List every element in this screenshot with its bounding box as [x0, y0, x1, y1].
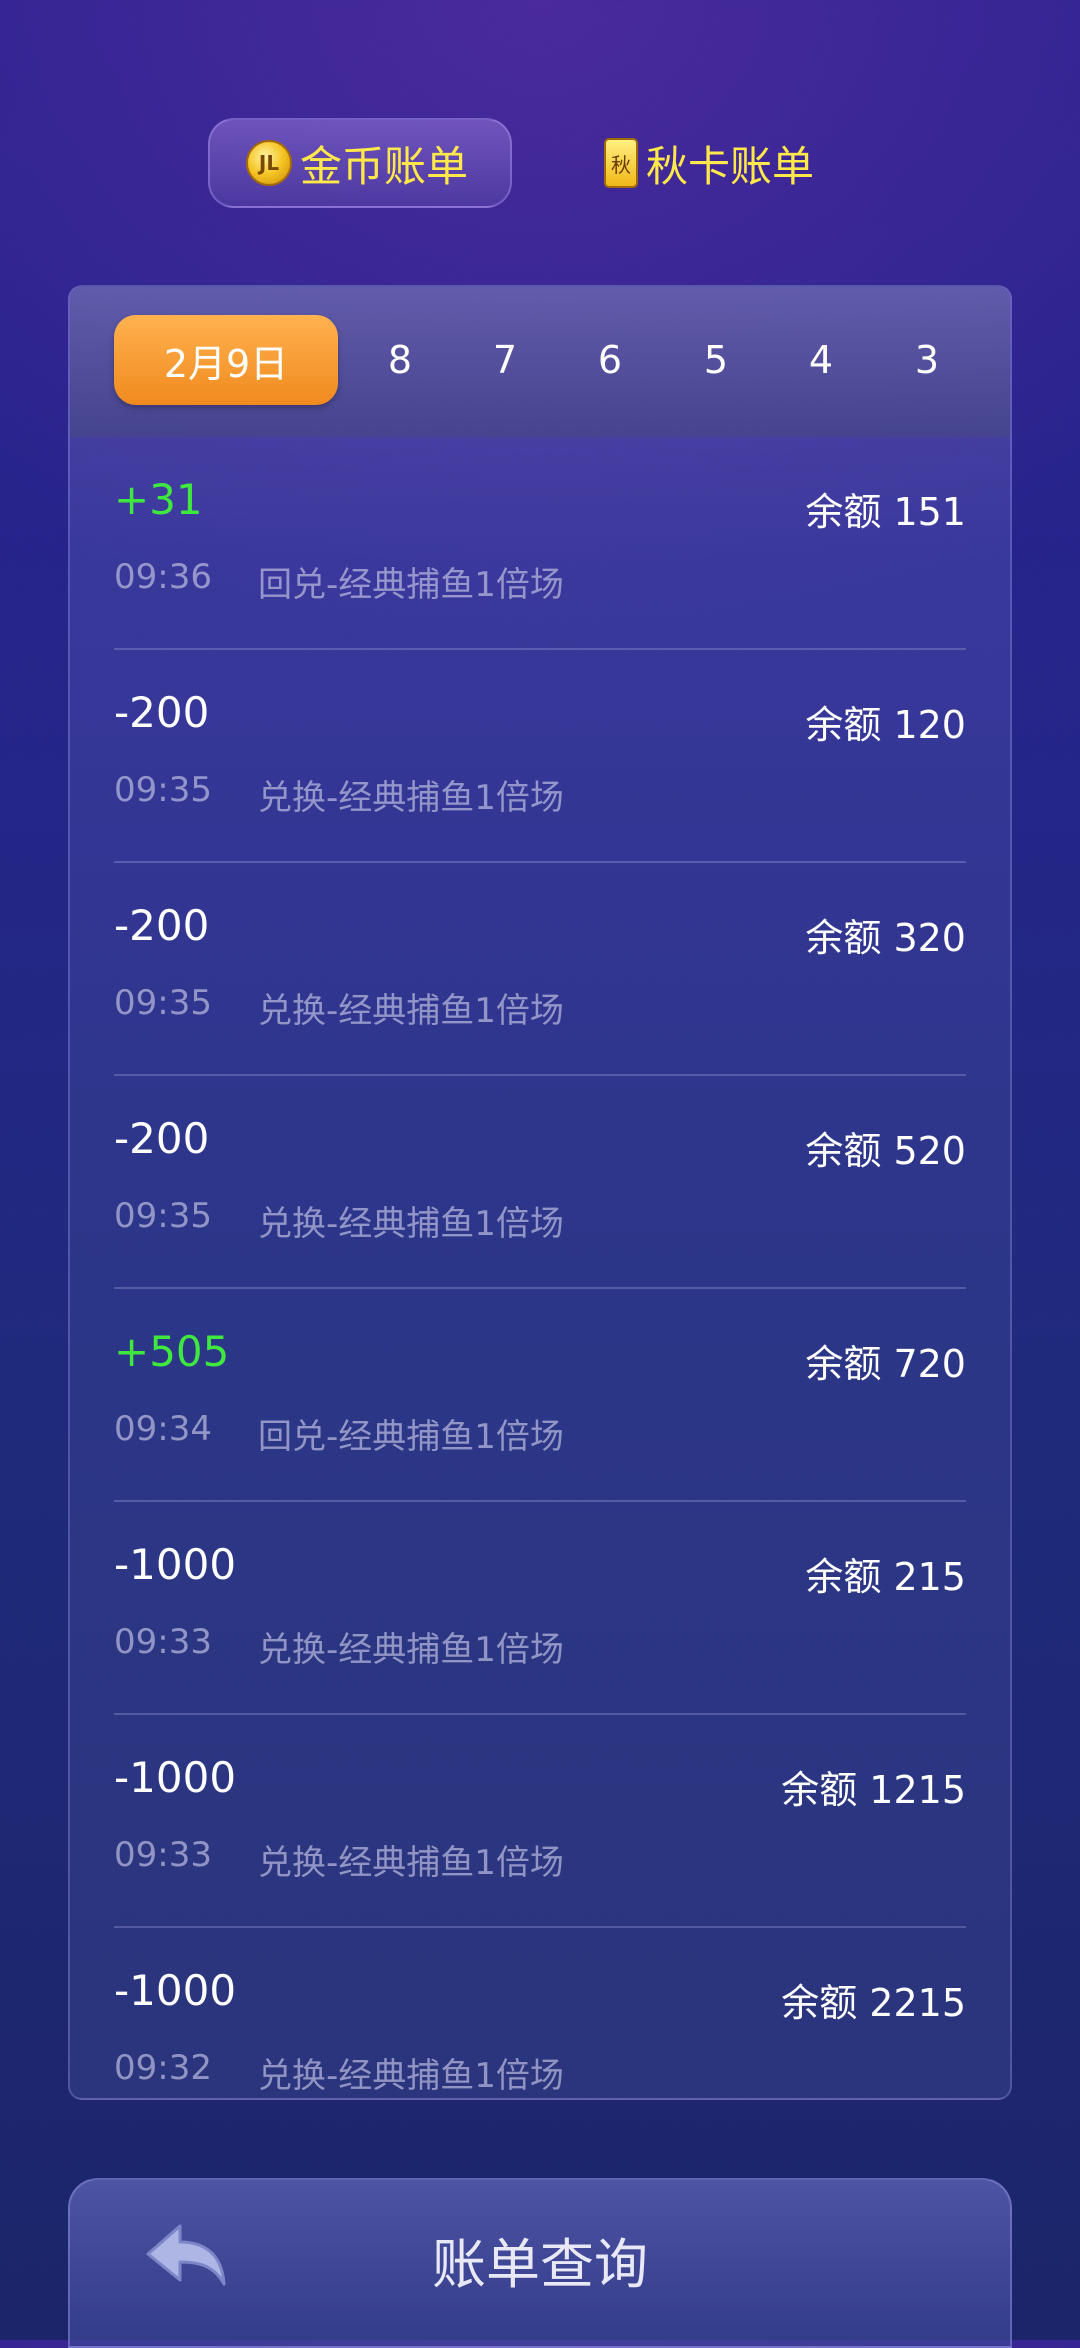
bill-balance: 余额 120 [805, 703, 966, 747]
page-title: 账单查询 [432, 2233, 648, 2296]
bill-description: 兑换-经典捕鱼1倍场 [258, 1204, 564, 1244]
bill-row: -200 余额 520 09:35 兑换-经典捕鱼1倍场 [70, 1076, 1010, 1289]
bill-row: -1000 余额 2215 09:32 兑换-经典捕鱼1倍场 [70, 1928, 1010, 2098]
bill-time: 09:35 [114, 983, 212, 1023]
bill-time: 09:36 [114, 557, 212, 597]
bill-time: 09:35 [114, 1196, 212, 1236]
date-chip[interactable]: 4 [791, 315, 851, 405]
bill-balance: 余额 2215 [781, 1981, 966, 2025]
coin-icon: JL [246, 140, 292, 186]
bill-description: 兑换-经典捕鱼1倍场 [258, 778, 564, 818]
bill-description: 兑换-经典捕鱼1倍场 [258, 1630, 564, 1670]
bill-description: 回兑-经典捕鱼1倍场 [258, 565, 564, 605]
bill-amount: -200 [114, 1114, 210, 1163]
bill-amount: -200 [114, 688, 210, 737]
date-chip[interactable]: 3 [897, 315, 957, 405]
bill-type-tabs: JL 金币账单 秋 秋卡账单 [0, 118, 1080, 212]
bottom-title-bar: 账单查询 [68, 2178, 1012, 2348]
bill-row: -1000 余额 1215 09:33 兑换-经典捕鱼1倍场 [70, 1715, 1010, 1928]
tab-gold-bill[interactable]: JL 金币账单 [208, 118, 512, 208]
bill-row: -200 余额 120 09:35 兑换-经典捕鱼1倍场 [70, 650, 1010, 863]
bill-balance: 余额 320 [805, 916, 966, 960]
date-chip[interactable]: 8 [370, 315, 430, 405]
bill-row: -1000 余额 215 09:33 兑换-经典捕鱼1倍场 [70, 1502, 1010, 1715]
bill-balance: 余额 520 [805, 1129, 966, 1173]
bill-panel: 2月9日 8 7 6 5 4 3 +31 余额 151 09:36 回兑-经典捕… [68, 285, 1012, 2100]
bill-time: 09:32 [114, 2048, 212, 2088]
bill-time: 09:33 [114, 1835, 212, 1875]
bill-time: 09:33 [114, 1622, 212, 1662]
date-chip[interactable]: 7 [475, 315, 535, 405]
bill-time: 09:34 [114, 1409, 212, 1449]
bill-time: 09:35 [114, 770, 212, 810]
date-chip-active[interactable]: 2月9日 [114, 315, 338, 405]
bill-balance: 余额 215 [805, 1555, 966, 1599]
bill-amount: +31 [114, 475, 203, 524]
bill-description: 回兑-经典捕鱼1倍场 [258, 1417, 564, 1457]
tab-card-bill-label: 秋卡账单 [646, 141, 815, 191]
bill-row: +31 余额 151 09:36 回兑-经典捕鱼1倍场 [70, 437, 1010, 650]
bill-amount: -1000 [114, 1966, 237, 2015]
bill-description: 兑换-经典捕鱼1倍场 [258, 1843, 564, 1883]
bill-balance: 余额 1215 [781, 1768, 966, 1812]
tab-card-bill[interactable]: 秋 秋卡账单 [604, 118, 864, 208]
bill-description: 兑换-经典捕鱼1倍场 [258, 2056, 564, 2096]
date-chip[interactable]: 6 [580, 315, 640, 405]
bill-amount: -1000 [114, 1540, 237, 1589]
bill-balance: 余额 720 [805, 1342, 966, 1386]
date-selector: 2月9日 8 7 6 5 4 3 [70, 287, 1010, 437]
bill-amount: +505 [114, 1327, 230, 1376]
bill-row: +505 余额 720 09:34 回兑-经典捕鱼1倍场 [70, 1289, 1010, 1502]
date-chip[interactable]: 5 [686, 315, 746, 405]
tab-gold-bill-label: 金币账单 [300, 141, 469, 191]
bill-balance: 余额 151 [805, 490, 966, 534]
bill-list[interactable]: +31 余额 151 09:36 回兑-经典捕鱼1倍场 -200 余额 120 … [70, 437, 1010, 2098]
bill-amount: -1000 [114, 1753, 237, 1802]
bill-description: 兑换-经典捕鱼1倍场 [258, 991, 564, 1031]
card-icon: 秋 [604, 138, 638, 188]
bill-amount: -200 [114, 901, 210, 950]
bill-row: -200 余额 320 09:35 兑换-经典捕鱼1倍场 [70, 863, 1010, 1076]
